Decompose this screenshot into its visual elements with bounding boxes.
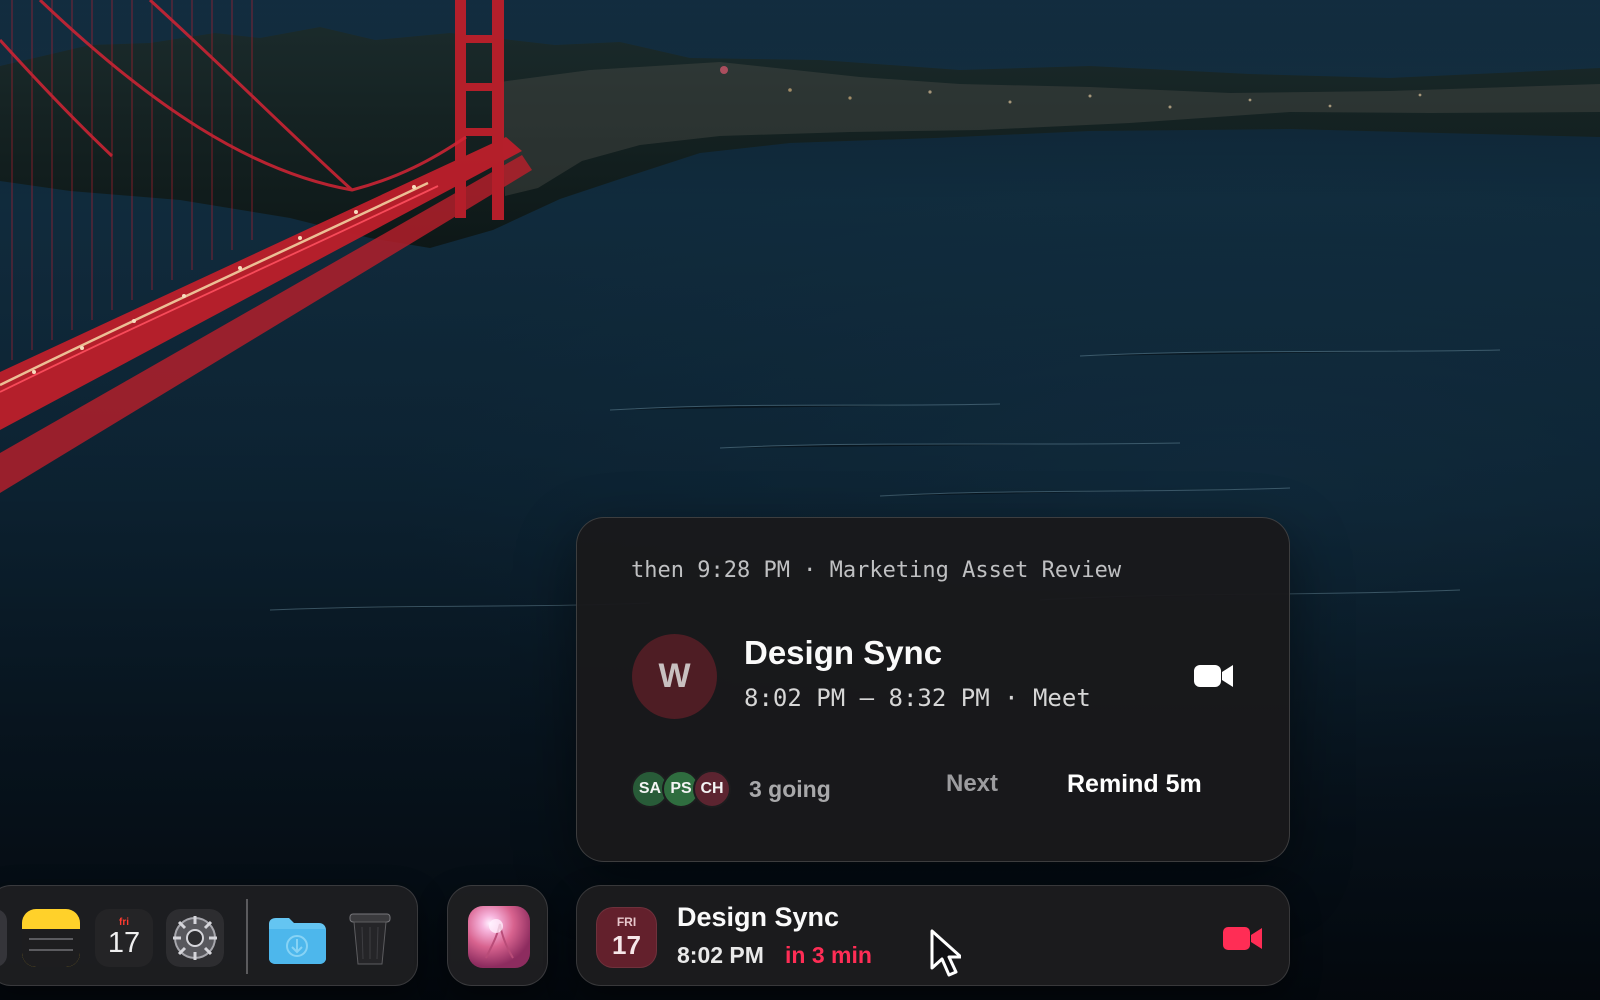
- gear-icon[interactable]: [166, 909, 224, 967]
- event-title: Design Sync: [744, 634, 943, 671]
- floating-app-button[interactable]: [447, 885, 548, 986]
- desktop: then 9:28 PM · Marketing Asset Review W …: [0, 0, 1600, 1000]
- attendee-avatars: SA PS CH: [631, 770, 741, 812]
- mini-event-countdown: in 3 min: [785, 942, 872, 968]
- calendar-date-label: 17: [612, 930, 641, 960]
- mouse-pointer-icon: [930, 929, 961, 977]
- notes-icon-line: [29, 938, 73, 940]
- mini-event-time: 8:02 PM: [677, 942, 764, 968]
- calendar-day-label: FRI: [616, 915, 637, 929]
- mini-event-title: Design Sync: [677, 902, 840, 932]
- attendee-initials: PS: [670, 780, 692, 797]
- notes-icon-paper: [22, 929, 80, 967]
- dock-divider: [246, 899, 248, 974]
- attendance-count: 3 going: [749, 776, 831, 802]
- next-event-text: then 9:28 PM · Marketing Asset Review: [631, 558, 1122, 583]
- pink-sphere-app-icon: [468, 906, 530, 968]
- upcoming-event-popover: then 9:28 PM · Marketing Asset Review W …: [576, 517, 1290, 862]
- attendee-initials: SA: [638, 780, 662, 797]
- trash-icon[interactable]: [345, 909, 395, 967]
- partial-app-icon[interactable]: [0, 909, 7, 967]
- host-avatar-initial: W: [658, 657, 691, 695]
- notes-icon-line: [29, 949, 73, 951]
- host-avatar: W: [632, 634, 717, 719]
- calendar-icon[interactable]: FRI 17: [596, 907, 657, 968]
- calendar-date-label: 17: [107, 927, 141, 959]
- attendee-initials: CH: [700, 780, 724, 797]
- next-event-button[interactable]: Next: [946, 770, 998, 798]
- calendar-icon[interactable]: fri 17: [95, 909, 153, 967]
- attendee-avatar-ch: CH: [693, 770, 731, 808]
- video-camera-icon[interactable]: [1222, 923, 1264, 954]
- remind-five-minutes-button[interactable]: Remind 5m: [1067, 770, 1202, 799]
- video-camera-icon[interactable]: [1193, 660, 1235, 692]
- folder-download-icon[interactable]: [266, 909, 328, 967]
- event-time-and-platform: 8:02 PM – 8:32 PM · Meet: [744, 684, 1091, 712]
- notes-icon[interactable]: [22, 909, 80, 967]
